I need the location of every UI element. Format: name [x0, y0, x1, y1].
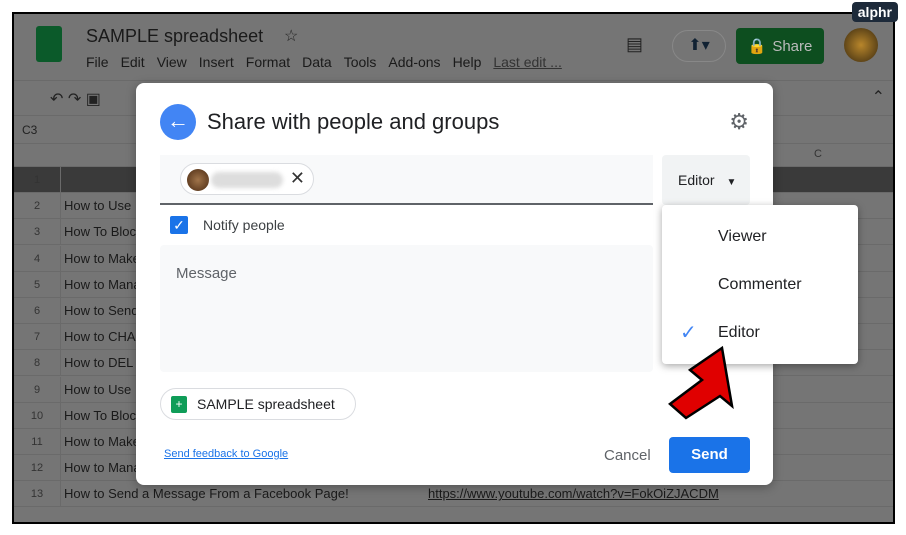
row-number[interactable]: 12 — [14, 455, 61, 481]
cell-a[interactable]: How to Mana — [64, 272, 141, 298]
column-c-header[interactable]: C — [814, 148, 822, 160]
table-row: 13 How to Send a Message From a Facebook … — [14, 481, 893, 508]
option-label: Viewer — [718, 228, 767, 245]
notify-checkbox[interactable]: ✓ — [170, 216, 188, 234]
menu-insert[interactable]: Insert — [199, 54, 234, 70]
row-number[interactable]: 1 — [14, 167, 61, 192]
role-label: Editor — [678, 172, 715, 188]
menu-edit[interactable]: Edit — [121, 54, 145, 70]
close-icon[interactable]: ✕ — [290, 168, 305, 189]
avatar[interactable] — [844, 28, 878, 62]
share-button[interactable]: 🔒 Share — [736, 28, 824, 64]
cell-a[interactable]: How to DEL — [64, 350, 133, 376]
row-number[interactable]: 5 — [14, 271, 61, 297]
role-option-commenter[interactable]: Commenter — [662, 261, 858, 309]
recipient-chip: ✕ — [180, 163, 314, 195]
row-number[interactable]: 4 — [14, 245, 61, 271]
sheets-logo-icon — [36, 26, 62, 62]
cell-a[interactable]: How to CHA — [64, 324, 136, 350]
menu-format[interactable]: Format — [246, 54, 290, 70]
star-icon[interactable]: ☆ — [284, 26, 298, 46]
lock-icon: 🔒 — [747, 38, 767, 55]
menu-bar: File Edit View Insert Format Data Tools … — [86, 54, 562, 70]
menu-addons[interactable]: Add-ons — [388, 54, 440, 70]
row-number[interactable]: 9 — [14, 376, 61, 402]
file-chip[interactable]: + SAMPLE spreadsheet — [160, 388, 356, 420]
cell-a[interactable]: How to Make — [64, 246, 140, 272]
chevron-down-icon: ▼ — [726, 177, 737, 188]
message-placeholder: Message — [176, 265, 237, 282]
cell-a[interactable]: How to Make — [64, 429, 140, 455]
present-icon[interactable]: ⬆▾ — [672, 30, 726, 62]
feedback-link[interactable]: Send feedback to Google — [164, 448, 288, 460]
row-number[interactable]: 2 — [14, 193, 61, 219]
role-option-viewer[interactable]: Viewer — [662, 213, 858, 261]
recipients-input[interactable]: ✕ — [160, 155, 653, 205]
option-label: Editor — [718, 324, 760, 341]
cell-a[interactable]: How to Mana — [64, 455, 141, 481]
file-chip-label: SAMPLE spreadsheet — [197, 396, 335, 412]
share-label: Share — [772, 37, 813, 55]
comments-icon[interactable]: ▤ — [626, 34, 643, 55]
doc-title[interactable]: SAMPLE spreadsheet — [86, 26, 263, 47]
cancel-button[interactable]: Cancel — [592, 438, 663, 474]
cell-b[interactable]: https://www.youtube.com/watch?v=FokOiZJA… — [428, 481, 719, 507]
message-input[interactable]: Message — [160, 245, 653, 372]
gear-icon[interactable]: ⚙ — [729, 109, 749, 135]
cell-a[interactable]: How to Use — [64, 193, 131, 219]
row-number[interactable]: 11 — [14, 429, 61, 454]
recipient-name-blurred — [211, 172, 283, 188]
back-arrow-icon[interactable]: ← — [160, 104, 196, 140]
dialog-title: Share with people and groups — [207, 109, 500, 134]
row-number[interactable]: 7 — [14, 324, 61, 350]
recipient-avatar — [187, 169, 209, 191]
menu-view[interactable]: View — [157, 54, 187, 70]
last-edit-link[interactable]: Last edit ... — [493, 54, 561, 70]
row-number[interactable]: 13 — [14, 481, 61, 507]
cell-a[interactable]: How to Send a Message From a Facebook Pa… — [64, 481, 349, 507]
cell-a[interactable]: How To Bloc — [64, 403, 136, 429]
cell-a[interactable]: How To Bloc — [64, 219, 136, 245]
role-dropdown[interactable]: Editor ▼ — [662, 155, 750, 205]
red-arrow-annotation — [668, 345, 734, 420]
cell-a[interactable]: How to Use — [64, 377, 131, 403]
menu-data[interactable]: Data — [302, 54, 332, 70]
sheets-file-icon: + — [171, 396, 187, 413]
row-number[interactable]: 3 — [14, 219, 61, 245]
menu-file[interactable]: File — [86, 54, 109, 70]
collapse-icon[interactable]: ⌃ — [872, 87, 885, 107]
row-number[interactable]: 10 — [14, 402, 61, 428]
alphr-watermark: alphr — [851, 2, 898, 22]
row-number[interactable]: 6 — [14, 298, 61, 323]
notify-label: Notify people — [203, 217, 285, 233]
menu-help[interactable]: Help — [453, 54, 482, 70]
cell-ref[interactable]: C3 — [22, 123, 37, 137]
option-label: Commenter — [718, 276, 802, 293]
send-button[interactable]: Send — [669, 437, 750, 473]
cell-a[interactable]: How to Send — [64, 298, 138, 324]
row-number[interactable]: 8 — [14, 350, 61, 376]
menu-tools[interactable]: Tools — [344, 54, 377, 70]
undo-redo-print-icons[interactable]: ↶ ↷ ▣ — [50, 89, 101, 109]
